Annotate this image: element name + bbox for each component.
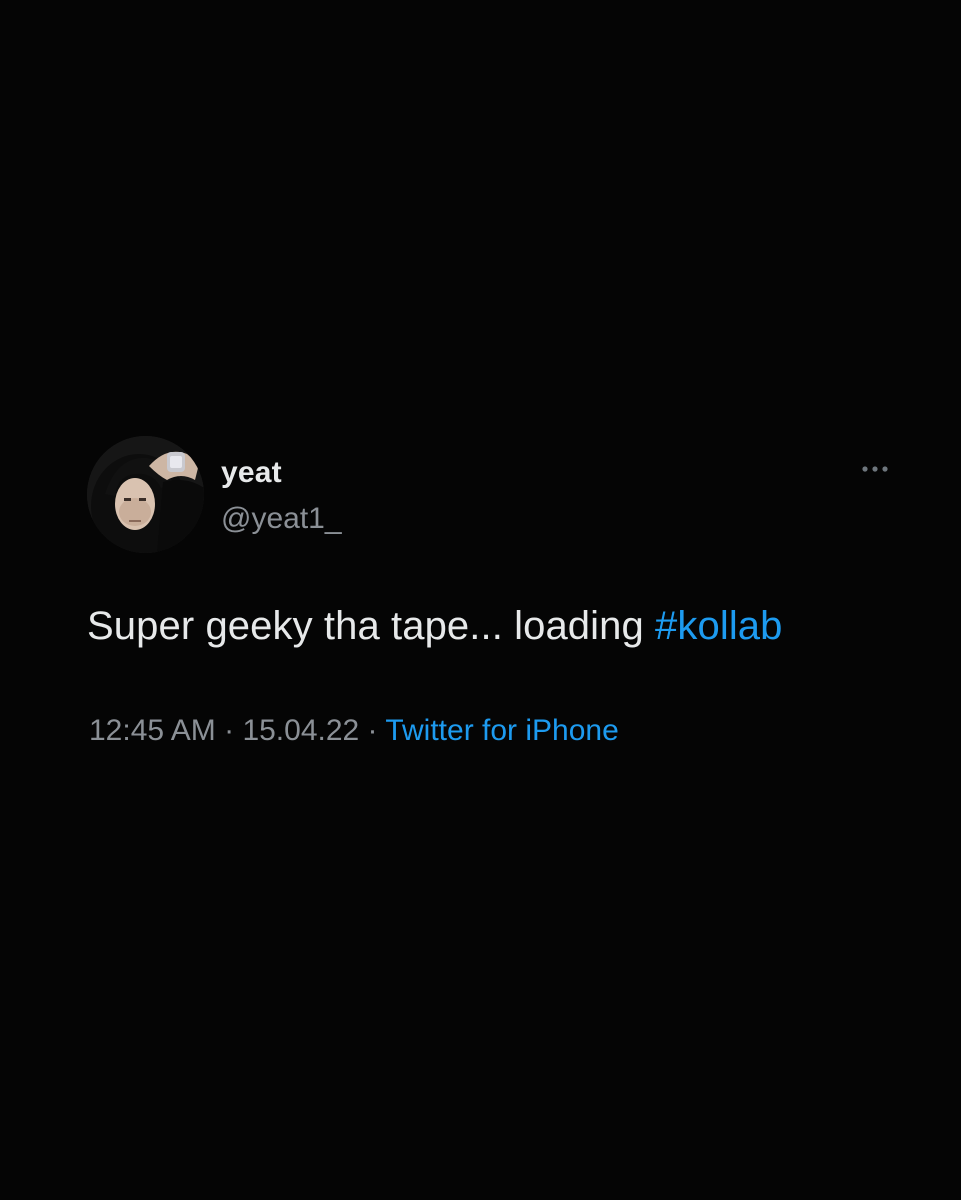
meta-separator: · bbox=[215, 714, 243, 747]
display-name[interactable]: yeat bbox=[221, 456, 282, 490]
tweet-meta: 12:45 AM · 15.04.22 · Twitter for iPhone bbox=[89, 714, 619, 748]
user-handle[interactable]: @yeat1_ bbox=[221, 502, 342, 536]
tweet-text: Super geeky tha tape... loading #kollab bbox=[87, 604, 783, 649]
hashtag-link[interactable]: #kollab bbox=[655, 604, 782, 648]
source-link[interactable]: Twitter for iPhone bbox=[385, 714, 618, 747]
tweet-time[interactable]: 12:45 AM bbox=[89, 714, 216, 747]
tweet-body: Super geeky tha tape... loading bbox=[87, 604, 656, 648]
profile-photo bbox=[87, 436, 204, 553]
ellipsis-icon[interactable] bbox=[860, 462, 890, 476]
meta-separator: · bbox=[359, 714, 386, 747]
avatar[interactable] bbox=[87, 436, 204, 553]
tweet-date[interactable]: 15.04.22 bbox=[242, 714, 359, 747]
tweet-card: yeat @yeat1_ Super geeky tha tape... loa… bbox=[0, 0, 961, 1200]
